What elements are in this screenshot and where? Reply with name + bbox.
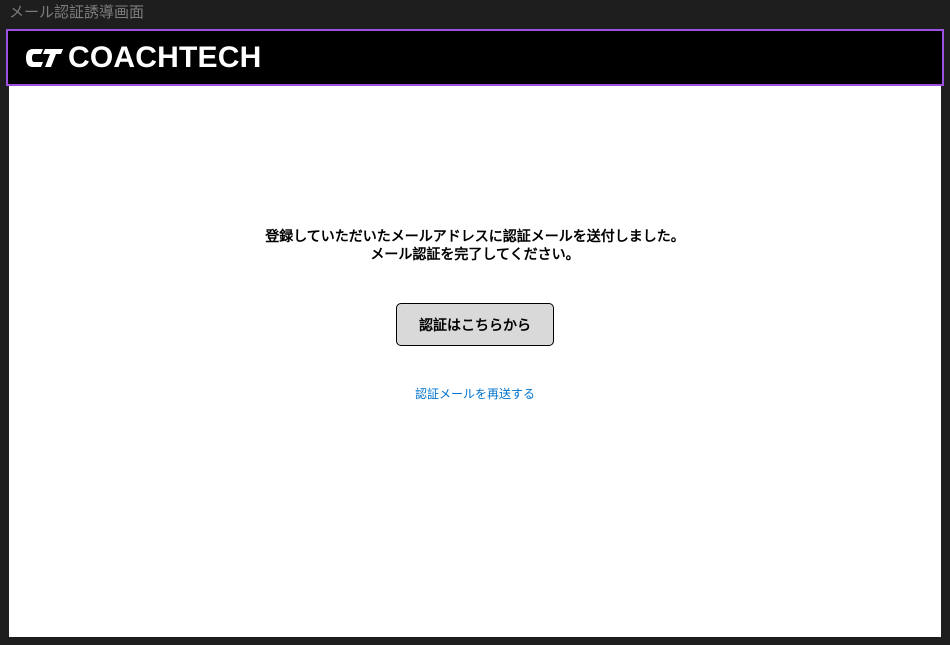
verification-message: 登録していただいたメールアドレスに認証メールを送付しました。 メール認証を完了し… xyxy=(9,228,941,264)
frame-title: メール認証誘導画面 xyxy=(9,3,145,21)
resend-verification-link[interactable]: 認証メールを再送する xyxy=(9,386,941,402)
coachtech-logo[interactable]: COACHTECH xyxy=(24,41,261,75)
ct-logo-icon xyxy=(26,49,63,67)
verify-email-button[interactable]: 認証はこちらから xyxy=(396,303,554,346)
site-header: COACHTECH xyxy=(6,29,944,86)
message-line-2: メール認証を完了してください。 xyxy=(370,247,580,263)
logo-text: COACHTECH xyxy=(68,41,262,74)
message-line-1: 登録していただいたメールアドレスに認証メールを送付しました。 xyxy=(265,229,685,245)
